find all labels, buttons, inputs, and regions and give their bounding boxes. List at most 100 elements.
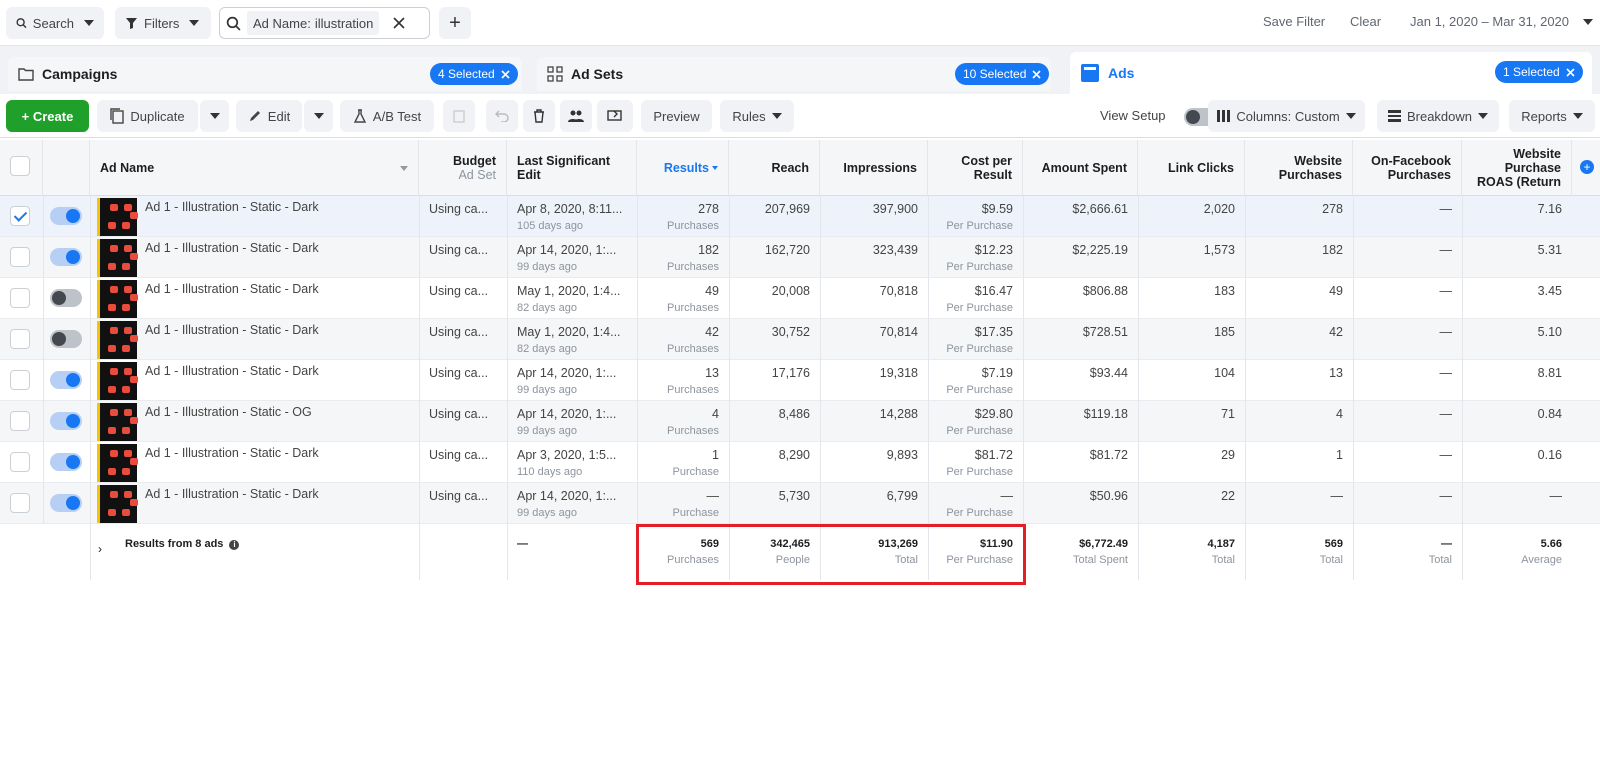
row-checkbox[interactable] (10, 493, 30, 513)
ad-name-cell[interactable]: Ad 1 - Illustration - Static - Dark (135, 237, 419, 278)
save-filter-link[interactable]: Save Filter (1263, 14, 1325, 29)
tab-ad-sets[interactable]: Ad Sets 10 Selected (537, 57, 1051, 91)
close-icon[interactable] (501, 69, 510, 79)
row-checkbox[interactable] (10, 452, 30, 472)
ads-selected-pill[interactable]: 1 Selected (1495, 61, 1583, 83)
row-checkbox[interactable] (10, 370, 30, 390)
chevron-down-icon (189, 20, 200, 26)
select-all-checkbox[interactable] (10, 156, 30, 176)
date-range-picker[interactable]: Jan 1, 2020 – Mar 31, 2020 (1410, 14, 1594, 29)
table-row[interactable]: Ad 1 - Illustration - Static - Dark Using… (0, 319, 1600, 360)
table-row[interactable]: Ad 1 - Illustration - Static - Dark Using… (0, 278, 1600, 319)
add-column-icon[interactable]: + (1580, 160, 1594, 174)
table-row[interactable]: Ad 1 - Illustration - Static - OG Using c… (0, 401, 1600, 442)
expand-chevron-icon[interactable]: › (98, 542, 102, 556)
header-results[interactable]: Results (637, 140, 729, 196)
table-row[interactable]: Ad 1 - Illustration - Static - Dark Using… (0, 442, 1600, 483)
tab-campaigns[interactable]: Campaigns 4 Selected (8, 57, 522, 91)
ads-selected-count: 1 Selected (1503, 65, 1560, 79)
header-amount-spent[interactable]: Amount Spent (1023, 140, 1138, 196)
reports-button[interactable]: Reports (1509, 100, 1595, 132)
undo-button[interactable] (486, 100, 518, 132)
filter-search-box[interactable]: Ad Name: illustration (219, 7, 430, 39)
ad-name-cell[interactable]: Ad 1 - Illustration - Static - Dark (135, 196, 419, 237)
row-status-toggle[interactable] (50, 248, 82, 266)
header-reach[interactable]: Reach (729, 140, 820, 196)
filters-button[interactable]: Filters (115, 7, 211, 39)
duplicate-button[interactable]: Duplicate (97, 100, 198, 132)
header-cost-per-result[interactable]: Cost per Result (928, 140, 1023, 196)
ad-name-cell[interactable]: Ad 1 - Illustration - Static - Dark (135, 483, 419, 524)
row-status-toggle[interactable] (50, 371, 82, 389)
header-link-clicks[interactable]: Link Clicks (1138, 140, 1245, 196)
row-status-toggle[interactable] (50, 330, 82, 348)
row-checkbox[interactable] (10, 247, 30, 267)
edit-dropdown-button[interactable] (304, 100, 333, 132)
ad-name-cell[interactable]: Ad 1 - Illustration - Static - Dark (135, 319, 419, 360)
rules-button[interactable]: Rules (720, 100, 794, 132)
breakdown-button[interactable]: Breakdown (1377, 100, 1499, 132)
row-checkbox[interactable] (10, 288, 30, 308)
ad-name-cell[interactable]: Ad 1 - Illustration - Static - Dark (135, 442, 419, 483)
clear-link[interactable]: Clear (1350, 14, 1381, 29)
header-facebook-purchases[interactable]: On-Facebook Purchases (1353, 140, 1462, 196)
header-roas[interactable]: Website Purchase ROAS (Return (1462, 140, 1572, 196)
row-status-toggle[interactable] (50, 289, 82, 307)
duplicate-dropdown-button[interactable] (200, 100, 229, 132)
table-row[interactable]: Ad 1 - Illustration - Static - Dark Using… (0, 360, 1600, 401)
row-checkbox[interactable] (10, 411, 30, 431)
ad-name-cell[interactable]: Ad 1 - Illustration - Static - OG (135, 401, 419, 442)
cell-cost: — Per Purchase (928, 483, 1023, 524)
audience-button[interactable] (560, 100, 592, 132)
row-status-toggle[interactable] (50, 453, 82, 471)
header-last-edit[interactable]: Last Significant Edit (507, 140, 637, 196)
row-status-toggle[interactable] (50, 494, 82, 512)
chevron-down-icon (1345, 113, 1356, 119)
cell-edit-value: Apr 3, 2020, 1:5... (517, 448, 617, 462)
adsets-selected-pill[interactable]: 10 Selected (955, 63, 1050, 85)
tab-ads[interactable]: Ads 1 Selected (1070, 52, 1592, 94)
info-icon[interactable]: i (229, 540, 240, 550)
chevron-down-icon (1583, 18, 1594, 25)
row-status-toggle[interactable] (50, 207, 82, 225)
add-filter-button[interactable]: + (439, 7, 471, 39)
ad-name-cell[interactable]: Ad 1 - Illustration - Static - Dark (135, 278, 419, 319)
row-checkbox[interactable] (10, 206, 30, 226)
close-icon[interactable] (393, 17, 405, 29)
cell-cost: $7.19 Per Purchase (928, 360, 1023, 401)
header-impressions[interactable]: Impressions (820, 140, 928, 196)
header-budget[interactable]: Budget Ad Set (419, 140, 507, 196)
cell-fb-value: — (1439, 407, 1453, 421)
ab-test-button[interactable]: A/B Test (340, 100, 434, 132)
row-checkbox[interactable] (10, 329, 30, 349)
table-row[interactable]: Ad 1 - Illustration - Static - Dark Using… (0, 237, 1600, 278)
close-icon[interactable] (1032, 69, 1041, 79)
cell-cost-sub: Per Purchase (946, 384, 1013, 396)
header-select-cell (0, 140, 43, 196)
cell-cost: $81.72 Per Purchase (928, 442, 1023, 483)
ad-name-cell[interactable]: Ad 1 - Illustration - Static - Dark (135, 360, 419, 401)
delete-button[interactable] (523, 100, 555, 132)
filter-chip[interactable]: Ad Name: illustration (247, 11, 380, 35)
table-row[interactable]: Ad 1 - Illustration - Static - Dark Using… (0, 196, 1600, 237)
create-button[interactable]: + Create (6, 100, 89, 132)
header-amount-label: Amount Spent (1041, 161, 1127, 175)
row-status-toggle[interactable] (50, 412, 82, 430)
adsets-selected-count: 10 Selected (963, 67, 1027, 81)
summary-label: Results from 8 ads (125, 538, 224, 550)
campaigns-selected-pill[interactable]: 4 Selected (430, 63, 518, 85)
cell-impressions: 14,288 (820, 401, 928, 442)
clipboard-button[interactable] (443, 100, 475, 132)
column-divider (419, 196, 420, 580)
columns-button[interactable]: Columns: Custom (1208, 100, 1365, 132)
header-ad-name[interactable]: Ad Name (90, 140, 419, 196)
header-reach-label: Reach (771, 161, 809, 175)
cell-amount: $50.96 (1023, 483, 1138, 524)
table-row[interactable]: Ad 1 - Illustration - Static - Dark Using… (0, 483, 1600, 524)
close-icon[interactable] (1566, 67, 1575, 77)
share-button[interactable] (597, 100, 633, 132)
preview-button[interactable]: Preview (641, 100, 712, 132)
header-website-purchases[interactable]: Website Purchases (1245, 140, 1353, 196)
edit-button[interactable]: Edit (236, 100, 302, 132)
search-button[interactable]: Search (6, 7, 104, 39)
